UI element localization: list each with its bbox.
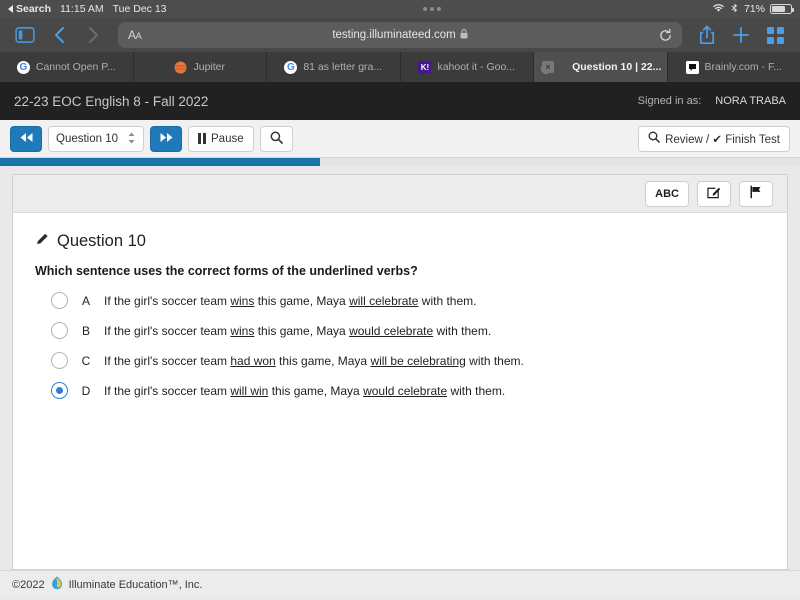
page-title: 22-23 EOC English 8 - Fall 2022 [14,93,209,109]
question-tool-strip: ABC [13,175,787,213]
question-page: ABC Question 10 Which sentence uses the … [0,166,800,570]
signed-in-label: Signed in as: [637,95,702,107]
browser-tab[interactable]: K! kahoot it - Goo... [401,52,534,82]
address-bar-url: testing.illuminateed.com [332,29,456,41]
back-arrow-icon [8,5,13,13]
status-search-back[interactable]: Search [8,3,51,15]
answer-option-letter: C [81,353,91,368]
browser-tab[interactable]: G Cannot Open P... [0,52,134,82]
answer-option[interactable]: B If the girl's soccer team wins this gam… [51,322,765,339]
flag-button[interactable] [739,180,773,207]
edit-square-icon [707,185,721,202]
tabs-grid-icon[interactable] [760,22,790,48]
pause-button[interactable]: Pause [188,125,254,152]
test-progress-bar [0,158,320,166]
question-heading-row: Question 10 [35,231,765,251]
browser-tab-label: Cannot Open P... [35,61,116,73]
test-toolbar: Question 10 Pause Review / ✔ Finish Test [0,120,800,158]
answer-option-letter: B [81,323,90,338]
signed-in-group: Signed in as: NORA TRABA [638,95,786,107]
wifi-icon [712,3,725,16]
page-footer: ©2022 Illuminate Education™, Inc. [0,570,800,598]
test-progress-track [0,158,800,166]
back-navigation-icon[interactable] [44,22,74,48]
plus-icon[interactable] [726,22,756,48]
status-time: 11:15 AM [60,3,104,15]
answer-option[interactable]: C If the girl's soccer team had won this … [51,352,765,369]
answer-option[interactable]: A If the girl's soccer team wins this gam… [51,292,765,309]
browser-tab-label: Question 10 | 22... [572,61,662,73]
close-icon[interactable]: × [542,61,554,73]
address-bar-url-group: testing.illuminateed.com [118,28,682,42]
next-question-button[interactable] [150,125,182,152]
flag-icon [749,185,763,202]
browser-tab-label: Jupiter [193,61,225,73]
lock-icon [460,28,468,42]
answer-options-list: A If the girl's soccer team wins this gam… [35,292,765,399]
abc-button[interactable]: ABC [645,180,689,207]
google-icon: G [284,60,298,74]
rewind-icon [19,132,34,146]
browser-tab-label: kahoot it - Goo... [437,61,516,73]
battery-percent-label: 71% [743,3,765,15]
chevron-updown-icon [127,131,136,146]
address-bar[interactable]: AA testing.illuminateed.com [118,22,682,48]
battery-icon [770,4,794,14]
browser-tab-active[interactable]: × Question 10 | 22... [534,52,668,82]
pause-label: Pause [211,132,244,145]
answer-option-text: If the girl's soccer team wins this game… [104,323,492,338]
answer-option-text: If the girl's soccer team will win this … [104,383,506,398]
search-button[interactable] [259,125,293,152]
answer-radio-c[interactable] [51,352,68,369]
pencil-icon [35,231,50,251]
question-heading: Question 10 [57,231,146,250]
kahoot-icon: K! [418,60,432,74]
notes-button[interactable] [697,180,731,207]
answer-option-text: If the girl's soccer team wins this game… [104,293,477,308]
browser-tab[interactable]: Jupiter [134,52,267,82]
share-icon[interactable] [692,22,722,48]
question-body: Question 10 Which sentence uses the corr… [13,213,787,417]
previous-question-button[interactable] [10,125,42,152]
brainly-icon [685,60,699,74]
pause-icon [198,133,206,144]
copyright-year: ©2022 [12,578,45,591]
fast-forward-icon [159,132,174,146]
browser-tab-label: Brainly.com - F... [704,61,782,73]
answer-radio-a[interactable] [51,292,68,309]
browser-tab-bar: G Cannot Open P... Jupiter G 81 as lette… [0,52,800,82]
forward-navigation-icon[interactable] [78,22,108,48]
question-select-value: Question 10 [56,132,119,145]
answer-option-text: If the girl's soccer team had won this g… [104,353,524,368]
illuminate-logo-icon [51,576,63,593]
jupiter-icon [174,61,187,74]
status-date: Tue Dec 13 [112,3,167,15]
browser-tab-label: 81 as letter gra... [303,61,383,73]
safari-toolbar: AA testing.illuminateed.com [0,18,800,52]
review-finish-test-button[interactable]: Review / ✔ Finish Test [638,125,790,152]
user-name: NORA TRABA [715,95,786,107]
question-prompt: Which sentence uses the correct forms of… [35,264,418,278]
question-select[interactable]: Question 10 [48,125,144,152]
browser-tab[interactable]: G 81 as letter gra... [267,52,401,82]
answer-option[interactable]: D If the girl's soccer team will win this… [51,382,765,399]
answer-radio-d[interactable] [51,382,68,399]
magnifier-icon [648,131,660,146]
ios-status-bar: Search 11:15 AM Tue Dec 13 71% [0,0,800,18]
question-card: ABC Question 10 Which sentence uses the … [12,174,788,570]
status-search-label: Search [16,3,52,15]
search-icon [270,131,283,147]
company-name: Illuminate Education™, Inc. [68,578,203,591]
bluetooth-icon [730,3,739,16]
sidebar-icon[interactable] [10,22,40,48]
app-header: 22-23 EOC English 8 - Fall 2022 Signed i… [0,82,800,120]
answer-radio-b[interactable] [51,322,68,339]
review-finish-test-label: Review / ✔ Finish Test [665,133,780,146]
status-dynamic-dots [423,7,442,11]
answer-option-letter: A [81,293,90,308]
answer-option-letter: D [81,383,91,398]
browser-tab[interactable]: Brainly.com - F... [668,52,800,82]
google-icon: G [16,60,30,74]
